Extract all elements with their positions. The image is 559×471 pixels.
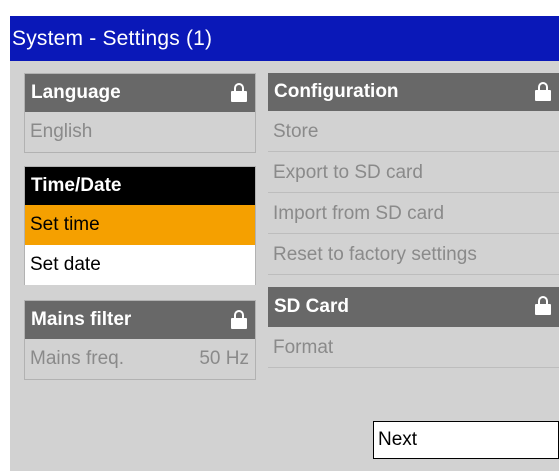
sd-card-panel: SD Card Format (268, 287, 559, 370)
mains-freq-value: 50 Hz (199, 348, 249, 369)
time-date-panel: Time/Date Set time Set date (24, 166, 256, 285)
format-item[interactable]: Format (268, 328, 559, 368)
lock-icon (231, 83, 247, 102)
export-sd-item[interactable]: Export to SD card (268, 153, 559, 193)
mains-filter-header[interactable]: Mains filter (25, 301, 255, 339)
lock-icon (535, 296, 551, 315)
time-date-header-label: Time/Date (31, 175, 122, 196)
lock-icon (231, 310, 247, 329)
language-panel: Language English (24, 73, 256, 153)
time-date-header[interactable]: Time/Date (25, 167, 255, 205)
mains-freq-row[interactable]: Mains freq. 50 Hz (25, 339, 255, 379)
language-value[interactable]: English (25, 112, 255, 152)
import-sd-item[interactable]: Import from SD card (268, 194, 559, 234)
language-header-label: Language (31, 82, 121, 103)
sd-card-header-label: SD Card (274, 296, 349, 317)
lock-icon (535, 82, 551, 101)
reset-factory-item[interactable]: Reset to factory settings (268, 235, 559, 275)
settings-screen: System - Settings (1) Language English T… (10, 16, 559, 471)
set-time-item[interactable]: Set time (25, 205, 255, 245)
store-item[interactable]: Store (268, 112, 559, 152)
configuration-panel: Configuration Store Export to SD card Im… (268, 73, 559, 275)
mains-freq-label: Mains freq. (30, 348, 124, 369)
language-header[interactable]: Language (25, 74, 255, 112)
mains-filter-header-label: Mains filter (31, 309, 132, 330)
configuration-header[interactable]: Configuration (268, 73, 559, 111)
window-title: System - Settings (1) (10, 16, 559, 61)
next-button[interactable]: Next (373, 421, 559, 459)
sd-card-header[interactable]: SD Card (268, 287, 559, 327)
configuration-header-label: Configuration (274, 81, 399, 102)
mains-filter-panel: Mains filter Mains freq. 50 Hz (24, 300, 256, 380)
set-date-item[interactable]: Set date (25, 245, 255, 285)
